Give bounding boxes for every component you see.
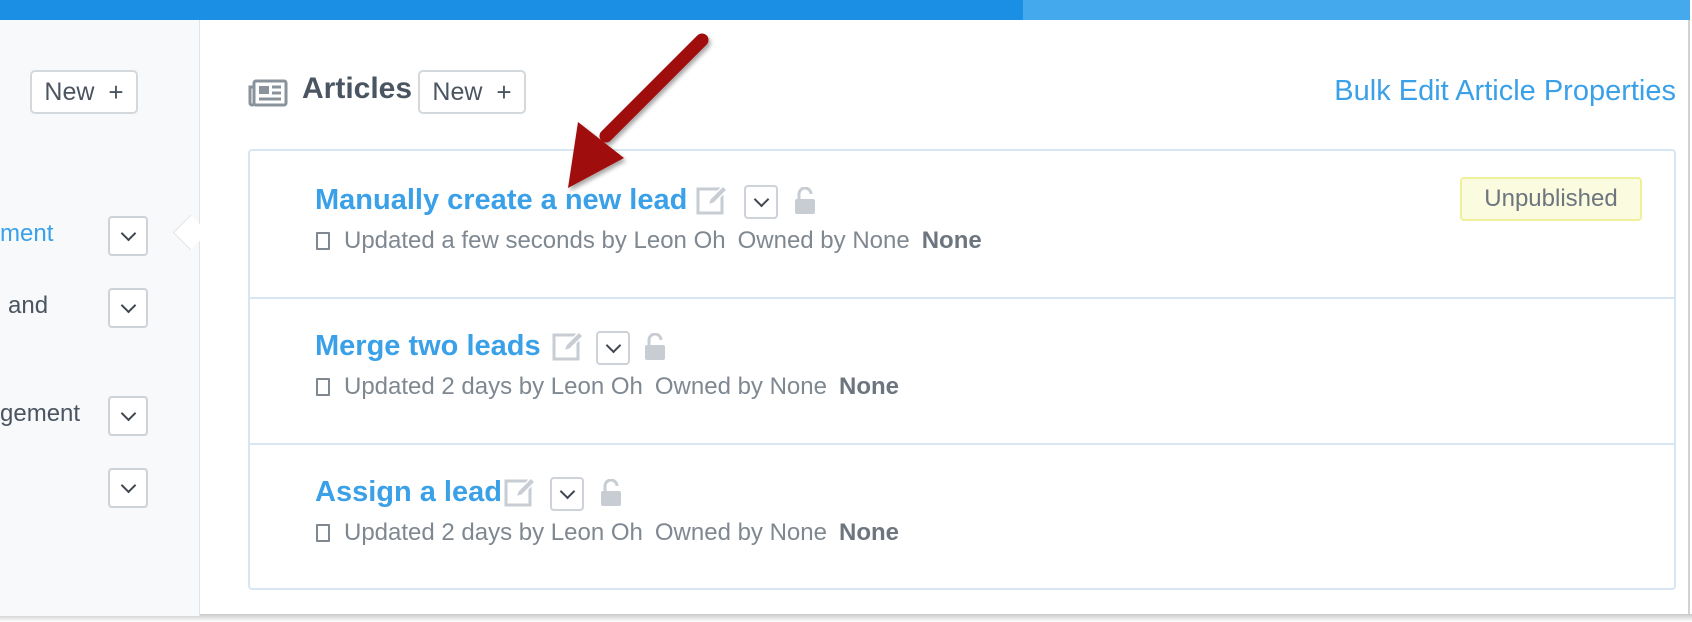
article-options-dropdown[interactable]: [596, 331, 630, 365]
sidebar: New + ment and gement: [0, 20, 200, 616]
chevron-down-icon: [120, 225, 136, 242]
plus-icon: +: [496, 76, 512, 107]
chevron-down-icon: [120, 297, 136, 314]
article-list: Manually create a new lead Unpublished U…: [248, 149, 1676, 590]
list-item: Manually create a new lead Unpublished U…: [250, 151, 1674, 297]
tag-text: None: [838, 373, 899, 400]
updated-text: Updated 2 days by Leon Oh: [344, 373, 643, 400]
article-title-link[interactable]: Manually create a new lead: [315, 184, 687, 217]
article-meta: Updated 2 days by Leon Oh Owned by None …: [316, 519, 899, 547]
newspaper-icon: [248, 79, 288, 107]
article-options-dropdown[interactable]: [744, 185, 778, 219]
edit-icon[interactable]: [552, 331, 584, 363]
plus-icon: +: [108, 76, 124, 107]
frame-shadow: [0, 614, 1692, 622]
chevron-down-icon: [753, 191, 769, 208]
article-title-link[interactable]: Assign a lead: [315, 476, 502, 509]
article-title-link[interactable]: Merge two leads: [315, 330, 541, 363]
sidebar-item-active-label[interactable]: ment: [0, 220, 53, 248]
top-bar-left-segment: [0, 0, 1023, 20]
list-item: Assign a lead Updated 2 days by Leon Oh …: [250, 443, 1674, 589]
article-meta: Updated 2 days by Leon Oh Owned by None …: [316, 373, 899, 401]
document-icon: [316, 378, 330, 396]
chevron-down-icon: [120, 405, 136, 422]
article-options-dropdown[interactable]: [550, 477, 584, 511]
list-item: Merge two leads Updated 2 days by Leon O…: [250, 297, 1674, 443]
new-button-label: New: [432, 77, 483, 106]
sidebar-item-dropdown[interactable]: [108, 396, 148, 436]
chevron-down-icon: [120, 477, 136, 494]
tag-text: None: [838, 519, 899, 546]
sidebar-item-label[interactable]: and: [8, 292, 48, 320]
bulk-edit-link[interactable]: Bulk Edit Article Properties: [1334, 75, 1676, 108]
status-badge: Unpublished: [1460, 177, 1642, 221]
edit-icon[interactable]: [504, 477, 536, 509]
page-title: Articles: [302, 72, 413, 105]
unlock-icon[interactable]: [600, 479, 622, 507]
sidebar-item-dropdown[interactable]: [108, 216, 148, 256]
edit-icon[interactable]: [696, 185, 728, 217]
unlock-icon[interactable]: [644, 333, 666, 361]
new-button-label: New: [44, 77, 95, 106]
document-icon: [316, 232, 330, 250]
top-bar-right-segment: [1023, 0, 1690, 20]
sidebar-new-button[interactable]: New +: [30, 70, 138, 114]
chevron-down-icon: [559, 483, 575, 500]
sidebar-item-dropdown[interactable]: [108, 288, 148, 328]
owned-text: Owned by None: [737, 227, 910, 254]
owned-text: Owned by None: [654, 373, 827, 400]
tag-text: None: [921, 227, 982, 254]
sidebar-item-dropdown[interactable]: [108, 468, 148, 508]
updated-text: Updated 2 days by Leon Oh: [344, 519, 643, 546]
sidebar-item-label[interactable]: gement: [0, 400, 80, 428]
updated-text: Updated a few seconds by Leon Oh: [344, 227, 726, 254]
owned-text: Owned by None: [654, 519, 827, 546]
article-meta: Updated a few seconds by Leon Oh Owned b…: [316, 227, 982, 255]
document-icon: [316, 524, 330, 542]
chevron-down-icon: [605, 337, 621, 354]
unlock-icon[interactable]: [794, 187, 816, 215]
top-progress-bar: [0, 0, 1690, 20]
new-article-button[interactable]: New +: [418, 70, 526, 114]
